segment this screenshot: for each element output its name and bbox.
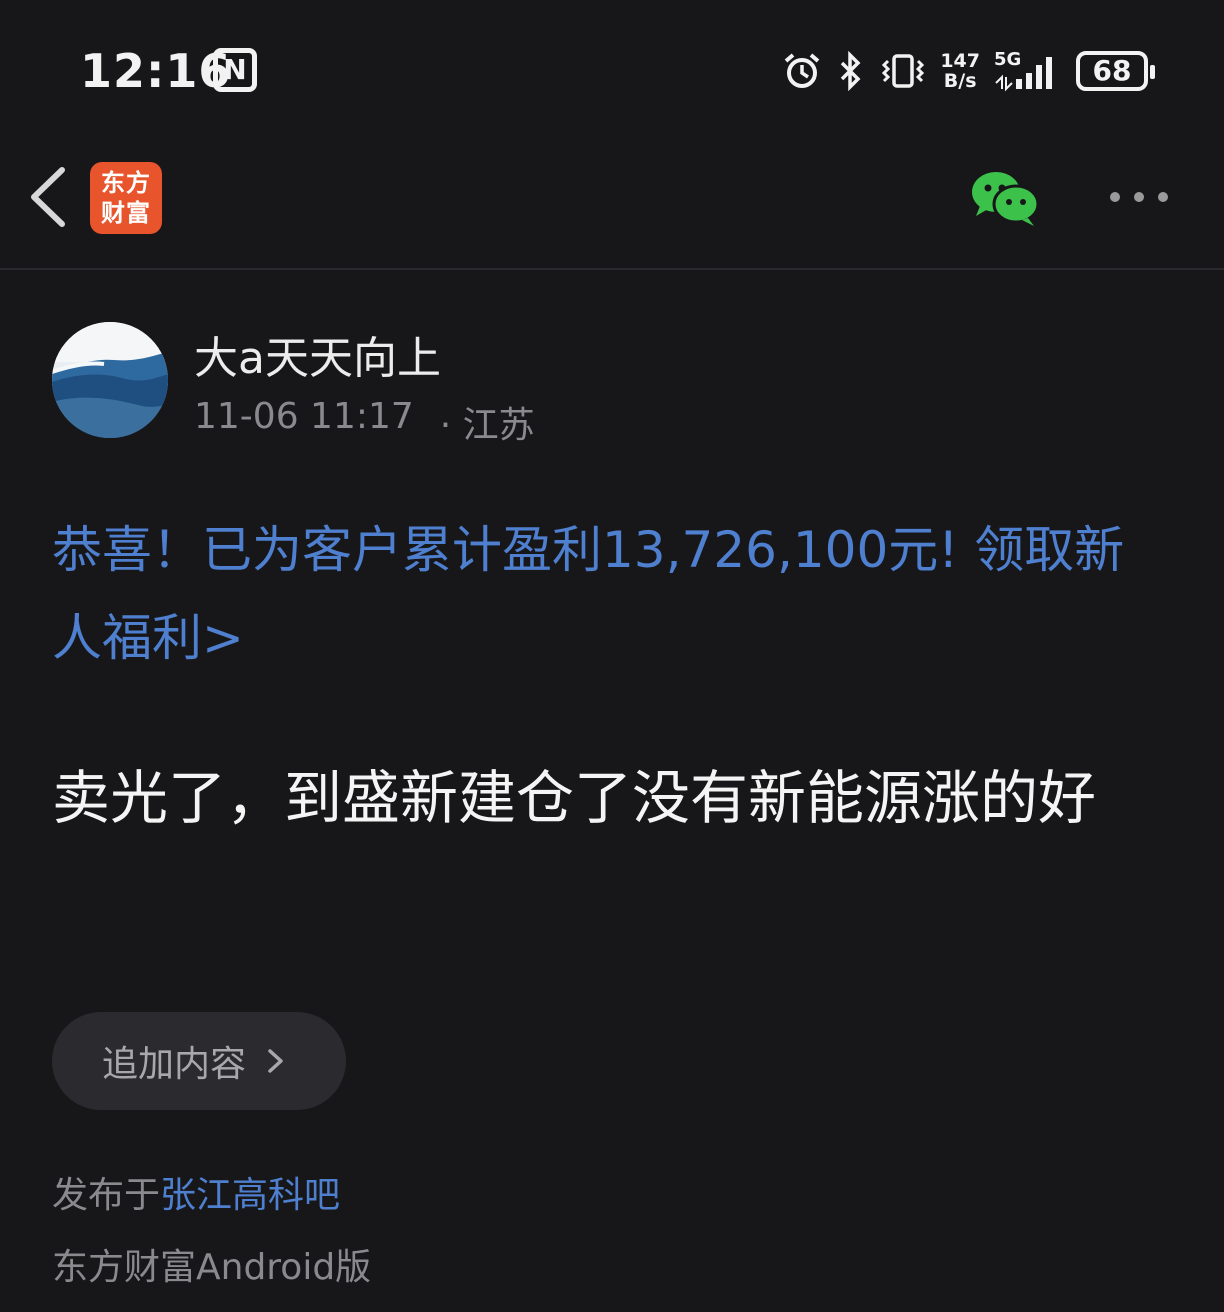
post-platform: 东方财富Android版	[52, 1247, 372, 1288]
more-icon-dot	[1134, 192, 1144, 202]
battery-icon: 68	[1076, 51, 1155, 91]
promo-banner-link[interactable]: 恭喜！已为客户累计盈利13,726,100元! 领取新人福利>	[52, 506, 1172, 682]
logo-line-1: 东方	[101, 169, 151, 197]
append-content-button[interactable]: 追加内容	[52, 1012, 346, 1110]
published-in: 发布于张江高科吧	[52, 1166, 340, 1218]
top-nav-bar: 东方 财富	[0, 140, 1224, 270]
bluetooth-icon	[836, 51, 866, 91]
more-options-button[interactable]	[1104, 182, 1174, 212]
net-speed-unit: B/s	[943, 70, 977, 92]
post-detail-screen: 12:16 N 147 B/s 5G 68 东方 财富 大a天天向上 11-06…	[0, 0, 1224, 1312]
chevron-right-icon	[268, 1049, 283, 1073]
vibrate-icon	[880, 51, 926, 91]
signal-icon: 5G	[994, 49, 1062, 93]
logo-line-2: 财富	[101, 199, 151, 227]
forum-link[interactable]: 张江高科吧	[160, 1175, 340, 1216]
append-content-label: 追加内容	[102, 1044, 247, 1085]
author-avatar[interactable]	[52, 322, 168, 438]
wechat-share-button[interactable]	[968, 168, 1042, 228]
post-body: 卖光了，到盛新建仓了没有新能源涨的好	[52, 764, 1097, 832]
post-datetime: 11-06 11:17	[194, 396, 414, 437]
app-logo[interactable]: 东方 财富	[90, 162, 162, 234]
back-button[interactable]	[20, 162, 80, 232]
back-icon	[31, 167, 65, 227]
status-time: 12:16	[80, 44, 232, 98]
post-location: · 江苏	[439, 405, 535, 446]
wechat-icon	[972, 172, 1040, 226]
post-meta: 11-06 11:17 · 江苏	[194, 396, 535, 448]
more-icon-dot	[1158, 192, 1168, 202]
nfc-icon: N	[213, 48, 257, 92]
net-speed: 147 B/s	[940, 51, 980, 91]
published-prefix: 发布于	[52, 1175, 161, 1216]
alarm-icon	[782, 51, 822, 91]
author-name[interactable]: 大a天天向上	[194, 322, 441, 386]
more-icon-dot	[1110, 192, 1120, 202]
net-speed-value: 147	[940, 50, 980, 72]
status-icons: 147 B/s 5G 68	[782, 48, 1155, 94]
status-bar: 12:16 N 147 B/s 5G 68	[0, 0, 1224, 140]
